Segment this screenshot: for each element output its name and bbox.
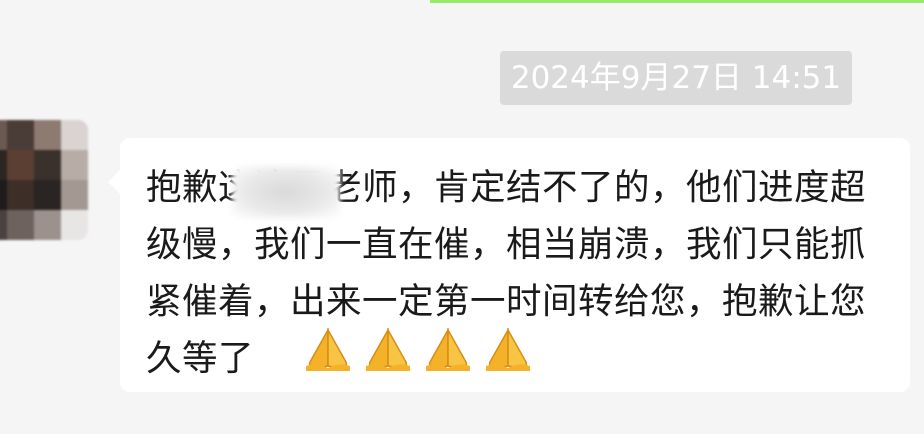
- pray-icon: [426, 328, 470, 371]
- pray-icon: [366, 328, 410, 371]
- pray-icon: [486, 328, 530, 371]
- redaction-blur: [232, 166, 340, 218]
- pray-icon: [306, 328, 350, 371]
- own-message-bubble-edge: [430, 0, 924, 3]
- message-bubble[interactable]: 抱歉这边周老师，肯定结不了的，他们进度超级慢，我们一直在催，相当崩溃，我们只能抓…: [108, 138, 910, 392]
- message-timestamp: 2024年9月27日 14:51: [500, 51, 852, 105]
- emoji-row: [302, 328, 534, 372]
- avatar[interactable]: [0, 120, 88, 240]
